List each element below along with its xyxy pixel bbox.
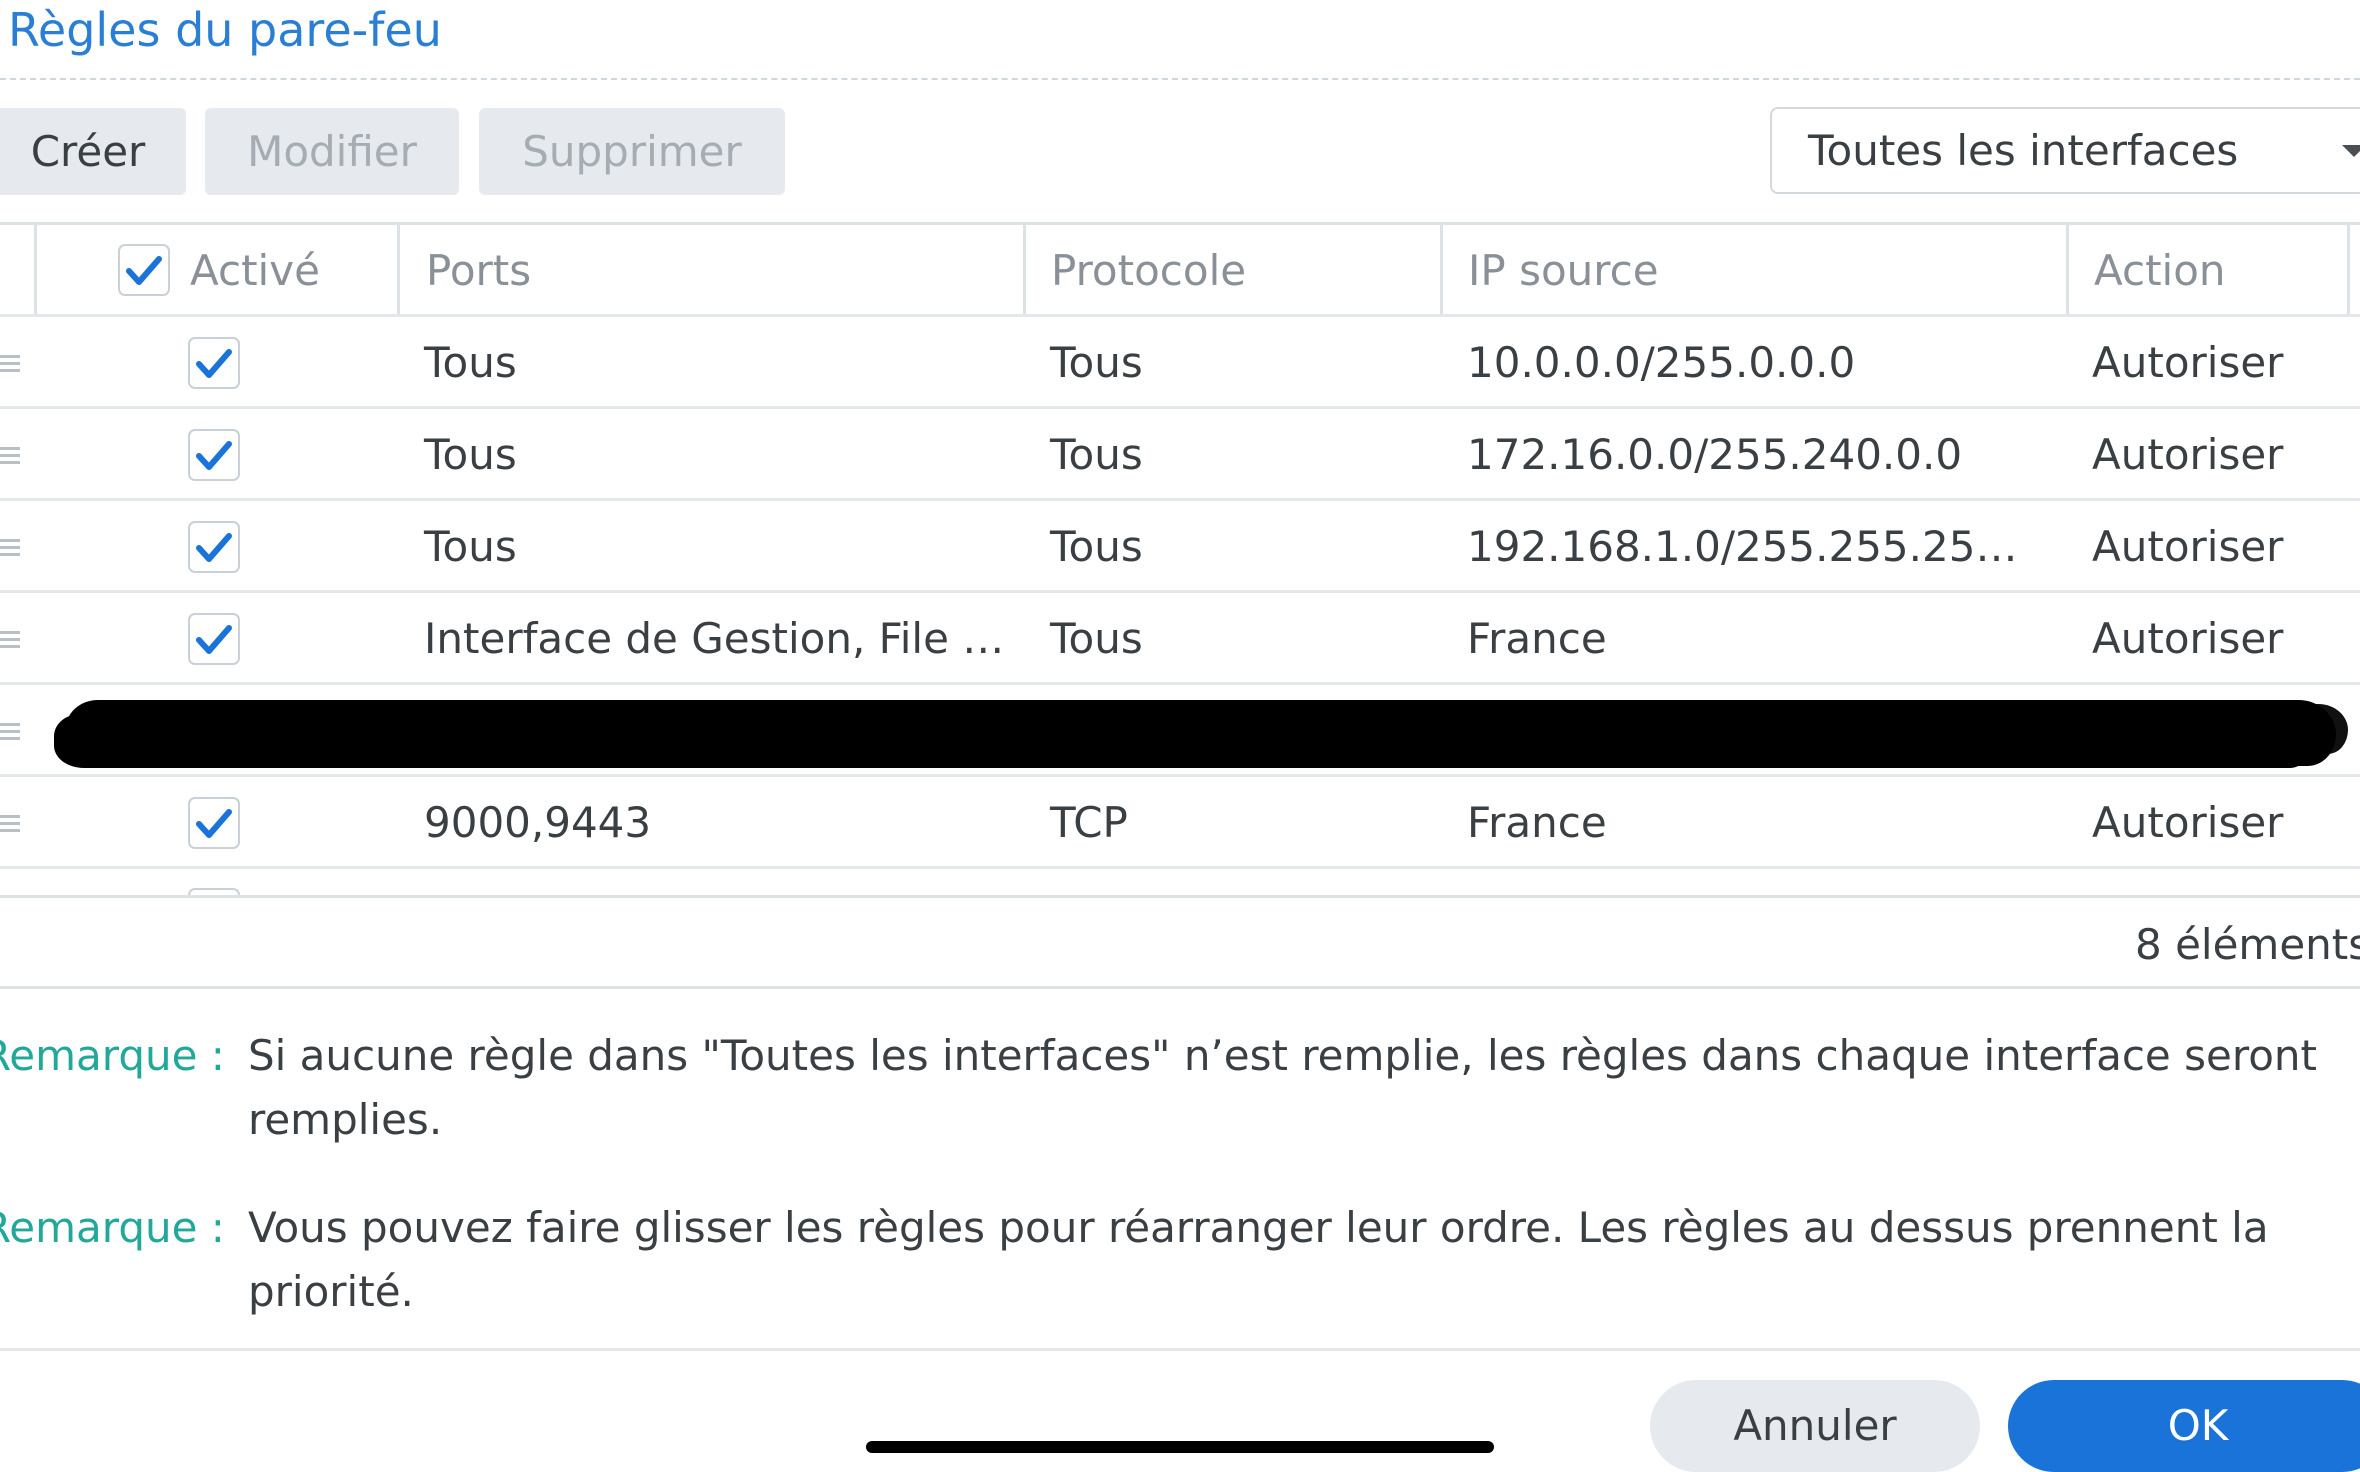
column-header-enabled[interactable]: Activé <box>190 225 320 317</box>
column-header-ports[interactable]: Ports <box>426 225 531 317</box>
ok-button[interactable]: OK <box>2008 1380 2360 1472</box>
table-row[interactable]: Tous Tous 192.168.1.0/255.255.25… Autori… <box>0 501 2360 593</box>
note-text: Vous pouvez faire glisser les règles pou… <box>248 1203 2269 1316</box>
checkbox-edge <box>188 888 240 895</box>
enabled-checkbox[interactable] <box>188 613 240 665</box>
column-separator[interactable] <box>1440 225 1443 317</box>
checkmark-icon <box>196 441 232 470</box>
cell-action: Autoriser <box>2092 614 2284 663</box>
cell-action: Autoriser <box>2092 338 2284 387</box>
chevron-down-icon <box>2342 145 2360 157</box>
create-button[interactable]: Créer <box>0 108 186 195</box>
column-header-action[interactable]: Action <box>2094 225 2226 317</box>
cell-protocol: TCP <box>1050 798 1128 847</box>
table-row[interactable]: 9000,9443 TCP France Autoriser <box>0 777 2360 869</box>
cell-source-ip: France <box>1467 614 1607 663</box>
footer-divider <box>0 1348 2360 1351</box>
enabled-checkbox[interactable] <box>188 429 240 481</box>
enabled-checkbox[interactable] <box>188 337 240 389</box>
checkmark-icon <box>196 349 232 378</box>
note-text: Si aucune règle dans "Toutes les interfa… <box>248 1031 2317 1144</box>
cell-source-ip: 172.16.0.0/255.240.0.0 <box>1467 430 1963 479</box>
cell-source-ip: 192.168.1.0/255.255.25… <box>1467 522 2018 571</box>
select-all-checkbox[interactable] <box>118 244 170 296</box>
dialog-title: Règles du pare-feu <box>8 3 442 57</box>
drag-handle-icon[interactable] <box>0 723 20 741</box>
enabled-checkbox[interactable] <box>188 521 240 573</box>
cell-protocol: Tous <box>1050 522 1143 571</box>
column-separator[interactable] <box>397 225 400 317</box>
interface-select[interactable]: Toutes les interfaces <box>1770 107 2360 194</box>
cell-source-ip: France <box>1467 798 1607 847</box>
home-indicator[interactable] <box>866 1441 1494 1453</box>
partial-row-checkbox[interactable] <box>188 888 240 895</box>
drag-handle-icon[interactable] <box>0 355 20 373</box>
cell-ports: Tous <box>424 338 517 387</box>
cell-ports: Tous <box>424 522 517 571</box>
item-count: 8 éléments <box>2135 920 2360 969</box>
row-divider <box>0 866 2360 869</box>
title-divider <box>0 78 2360 80</box>
note-label: Remarque : <box>0 1031 225 1080</box>
column-separator <box>34 225 37 317</box>
column-header-protocol[interactable]: Protocole <box>1051 225 1246 317</box>
cell-source-ip: 10.0.0.0/255.0.0.0 <box>1467 338 1856 387</box>
cell-action: Autoriser <box>2092 430 2284 479</box>
cell-protocol: Tous <box>1050 338 1143 387</box>
interface-select-value: Toutes les interfaces <box>1808 126 2239 175</box>
drag-handle-icon[interactable] <box>0 539 20 557</box>
modify-button[interactable]: Modifier <box>205 108 459 195</box>
enabled-checkbox[interactable] <box>188 797 240 849</box>
drag-handle-icon[interactable] <box>0 631 20 649</box>
cell-action: Autoriser <box>2092 798 2284 847</box>
redaction-mark <box>66 700 2336 766</box>
checkmark-icon <box>126 256 162 285</box>
cell-action: Autoriser <box>2092 522 2284 571</box>
column-separator[interactable] <box>2347 225 2350 317</box>
column-separator[interactable] <box>1023 225 1026 317</box>
cancel-button[interactable]: Annuler <box>1650 1380 1980 1472</box>
cell-ports: Interface de Gestion, File … <box>424 614 1005 663</box>
notes-divider <box>0 986 2360 989</box>
checkmark-icon <box>196 533 232 562</box>
drag-handle-icon[interactable] <box>0 815 20 833</box>
table-row[interactable]: Tous Tous 10.0.0.0/255.0.0.0 Autoriser <box>0 317 2360 409</box>
table-row[interactable]: Tous Tous 172.16.0.0/255.240.0.0 Autoris… <box>0 409 2360 501</box>
cell-ports: Tous <box>424 430 517 479</box>
delete-button[interactable]: Supprimer <box>479 108 785 195</box>
cell-protocol: Tous <box>1050 614 1143 663</box>
checkmark-icon <box>196 625 232 654</box>
column-separator[interactable] <box>2066 225 2069 317</box>
note-label: Remarque : <box>0 1203 225 1252</box>
checkmark-icon <box>196 809 232 838</box>
column-header-source-ip[interactable]: IP source <box>1468 225 1659 317</box>
table-row[interactable]: Interface de Gestion, File … Tous France… <box>0 593 2360 685</box>
cell-protocol: Tous <box>1050 430 1143 479</box>
cell-ports: 9000,9443 <box>424 798 652 847</box>
drag-handle-icon[interactable] <box>0 447 20 465</box>
